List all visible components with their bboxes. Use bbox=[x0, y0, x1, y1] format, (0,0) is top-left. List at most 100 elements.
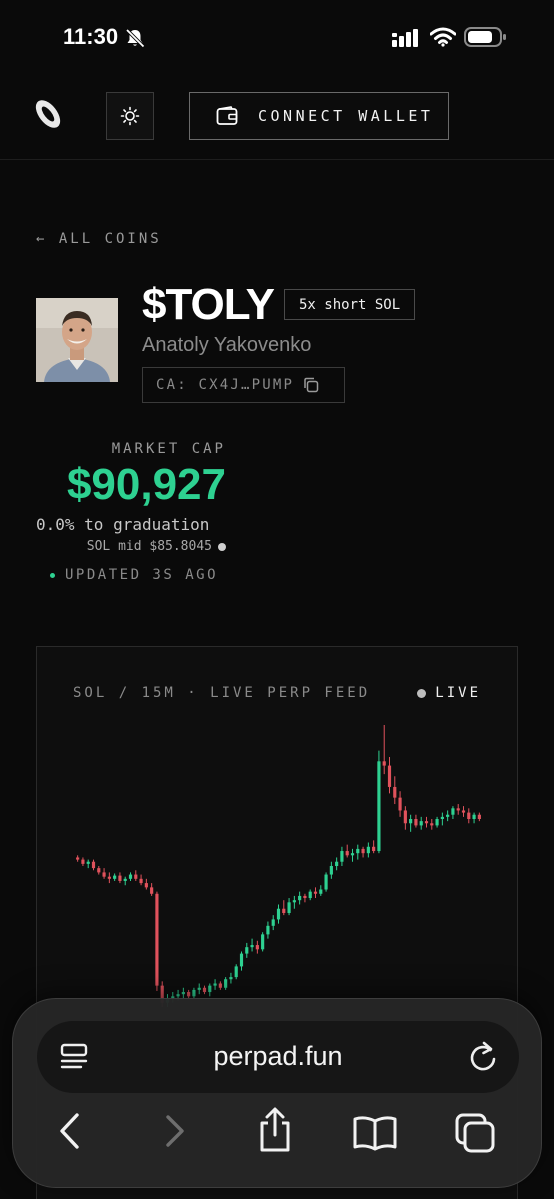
candle bbox=[461, 806, 466, 817]
candle bbox=[144, 878, 148, 890]
candle bbox=[181, 987, 185, 999]
tabs-icon[interactable] bbox=[453, 1111, 497, 1155]
candle bbox=[239, 951, 244, 971]
sun-icon bbox=[120, 106, 140, 126]
candle bbox=[261, 932, 265, 952]
candle bbox=[107, 872, 111, 884]
wallet-icon bbox=[216, 106, 238, 125]
candle bbox=[150, 883, 154, 896]
browser-toolbar: perpad.fun bbox=[12, 998, 542, 1188]
app-header: CONNECT WALLET bbox=[0, 72, 554, 160]
candle bbox=[356, 844, 360, 860]
chart-title: SOL / 15M · LIVE PERP FEED bbox=[73, 685, 371, 701]
address-bar[interactable]: perpad.fun bbox=[37, 1021, 519, 1093]
candle bbox=[123, 876, 127, 886]
candle bbox=[298, 891, 302, 905]
bookmarks-icon[interactable] bbox=[351, 1113, 399, 1153]
candle bbox=[250, 938, 254, 952]
status-bar: 11:30 bbox=[0, 0, 554, 72]
market-cap-label: MARKET CAP bbox=[111, 441, 226, 457]
candle bbox=[86, 859, 90, 869]
connect-wallet-button[interactable]: CONNECT WALLET bbox=[189, 92, 449, 140]
candle bbox=[361, 846, 365, 858]
candle bbox=[335, 857, 339, 871]
candle bbox=[414, 814, 418, 828]
candle bbox=[419, 816, 423, 830]
battery-icon bbox=[464, 27, 506, 47]
candle bbox=[451, 806, 455, 819]
candle bbox=[398, 791, 402, 817]
wifi-icon bbox=[430, 27, 456, 47]
candle bbox=[113, 873, 117, 881]
graduation-progress: 0.0% to graduation bbox=[36, 515, 210, 534]
candle bbox=[456, 804, 460, 815]
candle bbox=[102, 868, 106, 879]
candle bbox=[319, 885, 323, 896]
position-tag: 5x short SOL bbox=[284, 289, 416, 320]
forward-arrow-icon[interactable] bbox=[160, 1111, 190, 1151]
candle bbox=[472, 812, 476, 824]
candle bbox=[303, 893, 307, 903]
candle bbox=[424, 816, 429, 828]
contract-address: CA: CX4J…PUMP bbox=[156, 377, 295, 393]
candle bbox=[218, 981, 222, 990]
candle bbox=[224, 977, 228, 990]
sol-mid-price: SOL mid $85.8045 bbox=[87, 539, 226, 554]
updated-label: UPDATED 3S AGO bbox=[65, 567, 219, 583]
candle bbox=[81, 857, 85, 866]
candle bbox=[282, 900, 286, 916]
candle bbox=[387, 757, 392, 794]
back-arrow-icon[interactable] bbox=[55, 1111, 85, 1151]
candle bbox=[377, 750, 381, 854]
live-label: LIVE bbox=[435, 685, 481, 701]
share-icon[interactable] bbox=[255, 1105, 295, 1155]
candle bbox=[229, 972, 233, 984]
candle bbox=[128, 872, 133, 881]
copy-icon bbox=[304, 377, 319, 393]
candle bbox=[276, 904, 281, 924]
candle bbox=[430, 819, 434, 830]
candle bbox=[409, 814, 413, 832]
logo-icon[interactable] bbox=[30, 96, 66, 132]
contract-address-button[interactable]: CA: CX4J…PUMP bbox=[142, 367, 345, 403]
candle bbox=[292, 895, 296, 909]
candle bbox=[266, 921, 270, 939]
candle bbox=[467, 808, 471, 824]
candle bbox=[366, 842, 370, 858]
candle bbox=[202, 985, 207, 995]
candle bbox=[234, 964, 238, 980]
market-cap-value: $90,927 bbox=[66, 460, 226, 509]
candle bbox=[76, 855, 80, 862]
candle bbox=[446, 810, 450, 822]
candle bbox=[345, 844, 349, 858]
candle bbox=[440, 812, 444, 826]
candle bbox=[313, 887, 318, 899]
candle bbox=[91, 859, 96, 871]
updated-indicator bbox=[50, 572, 55, 578]
candle bbox=[435, 816, 439, 828]
url-text: perpad.fun bbox=[213, 1041, 343, 1071]
updated-status: UPDATED 3S AGO bbox=[50, 567, 218, 583]
candle bbox=[477, 812, 481, 822]
theme-toggle-button[interactable] bbox=[106, 92, 154, 140]
cellular-signal-icon bbox=[392, 29, 418, 47]
candle bbox=[192, 987, 196, 999]
all-coins-link[interactable]: ← ALL COINS bbox=[36, 231, 162, 247]
candle bbox=[97, 866, 101, 875]
candle bbox=[118, 872, 122, 884]
bell-muted-icon bbox=[125, 28, 145, 48]
candle bbox=[134, 870, 138, 881]
candle bbox=[213, 979, 217, 990]
coin-ticker: $TOLY bbox=[142, 280, 275, 329]
reload-icon[interactable] bbox=[467, 1039, 499, 1075]
sol-mid-label: SOL mid $85.8045 bbox=[86, 539, 212, 554]
live-dot bbox=[417, 688, 427, 698]
live-indicator: LIVE bbox=[417, 685, 481, 701]
candle bbox=[208, 983, 212, 997]
connect-wallet-label: CONNECT WALLET bbox=[258, 107, 434, 125]
status-time: 11:30 bbox=[63, 24, 119, 49]
candle bbox=[372, 840, 376, 854]
candle bbox=[245, 942, 249, 958]
candle bbox=[308, 889, 312, 901]
candle bbox=[382, 725, 386, 775]
